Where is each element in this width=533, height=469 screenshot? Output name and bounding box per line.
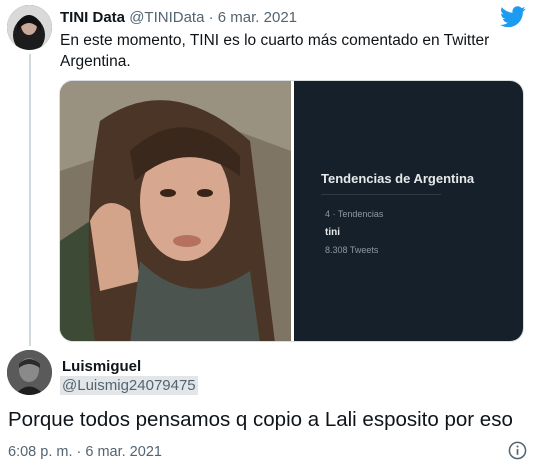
reply-timestamp[interactable]: 6:08 p. m. · 6 mar. 2021 bbox=[8, 444, 162, 460]
trend-tweet-count: 8.308 Tweets bbox=[325, 245, 379, 255]
tweet-photo[interactable] bbox=[60, 81, 291, 341]
tweet-media[interactable]: Tendencias de Argentina 4 · Tendencias t… bbox=[59, 80, 524, 342]
header-separator: · bbox=[208, 9, 214, 26]
info-icon[interactable] bbox=[508, 441, 527, 460]
twitter-bird-icon[interactable] bbox=[500, 6, 526, 28]
thread-connector bbox=[29, 54, 31, 346]
tweet-text: En este momento, TINI es lo cuarto más c… bbox=[60, 32, 490, 70]
avatar-image bbox=[7, 350, 52, 395]
tweet-date[interactable]: 6 mar. 2021 bbox=[218, 9, 297, 26]
trend-meta: 4 · Tendencias bbox=[325, 209, 384, 219]
avatar-image bbox=[7, 5, 52, 50]
author-handle[interactable]: @TINIData bbox=[129, 9, 204, 26]
author-name[interactable]: TINI Data bbox=[60, 9, 125, 26]
trends-screenshot[interactable]: Tendencias de Argentina 4 · Tendencias t… bbox=[294, 81, 523, 341]
trend-name: tini bbox=[325, 227, 340, 238]
tweet-header: TINI Data @TINIData · 6 mar. 2021 bbox=[60, 9, 297, 26]
reply-author-handle[interactable]: @Luismig24079475 bbox=[60, 376, 198, 395]
reply-author-avatar[interactable] bbox=[7, 350, 52, 395]
trends-divider bbox=[321, 194, 441, 195]
portrait-image bbox=[60, 81, 291, 341]
author-avatar[interactable] bbox=[7, 5, 52, 50]
reply-text: Porque todos pensamos q copio a Lali esp… bbox=[8, 408, 513, 431]
reply-author-name[interactable]: Luismiguel bbox=[62, 358, 141, 375]
trends-title: Tendencias de Argentina bbox=[321, 171, 475, 186]
